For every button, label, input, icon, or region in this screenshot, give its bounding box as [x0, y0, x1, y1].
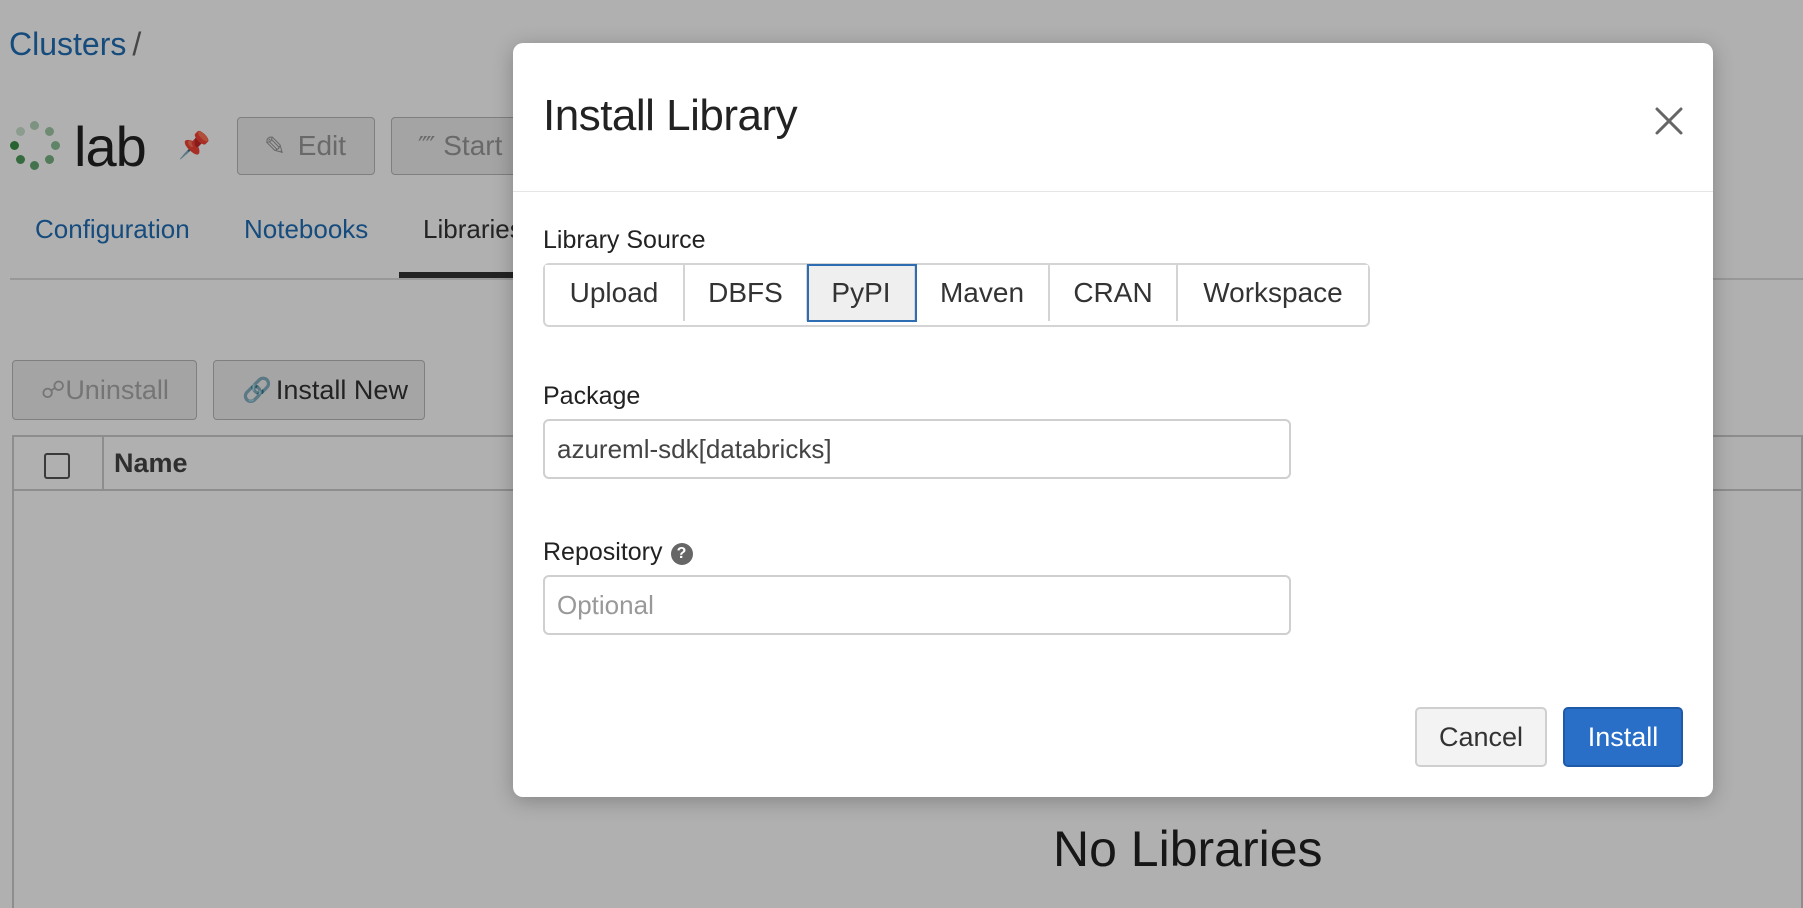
source-option-workspace[interactable]: Workspace — [1178, 265, 1368, 321]
repository-input[interactable] — [543, 575, 1291, 635]
source-option-upload[interactable]: Upload — [545, 265, 685, 321]
help-icon[interactable]: ? — [670, 543, 693, 565]
source-option-dbfs[interactable]: DBFS — [685, 265, 808, 321]
package-label: Package — [543, 382, 641, 410]
install-library-dialog: Install Library Library Source Upload DB… — [513, 43, 1713, 797]
repository-label: Repository — [543, 538, 663, 566]
install-button[interactable]: Install — [1563, 707, 1683, 767]
dialog-header: Install Library — [513, 43, 1713, 192]
library-source-selector: Upload DBFS PyPI Maven CRAN Workspace — [543, 263, 1370, 327]
source-option-cran[interactable]: CRAN — [1050, 265, 1178, 321]
source-option-pypi[interactable]: PyPI — [807, 264, 917, 322]
package-input[interactable] — [543, 419, 1291, 479]
source-option-maven[interactable]: Maven — [916, 265, 1050, 321]
cancel-button[interactable]: Cancel — [1415, 707, 1547, 767]
dialog-title: Install Library — [543, 91, 798, 140]
close-icon[interactable] — [1651, 103, 1687, 139]
repository-label-row: Repository? — [543, 538, 693, 567]
library-source-label: Library Source — [543, 226, 706, 254]
